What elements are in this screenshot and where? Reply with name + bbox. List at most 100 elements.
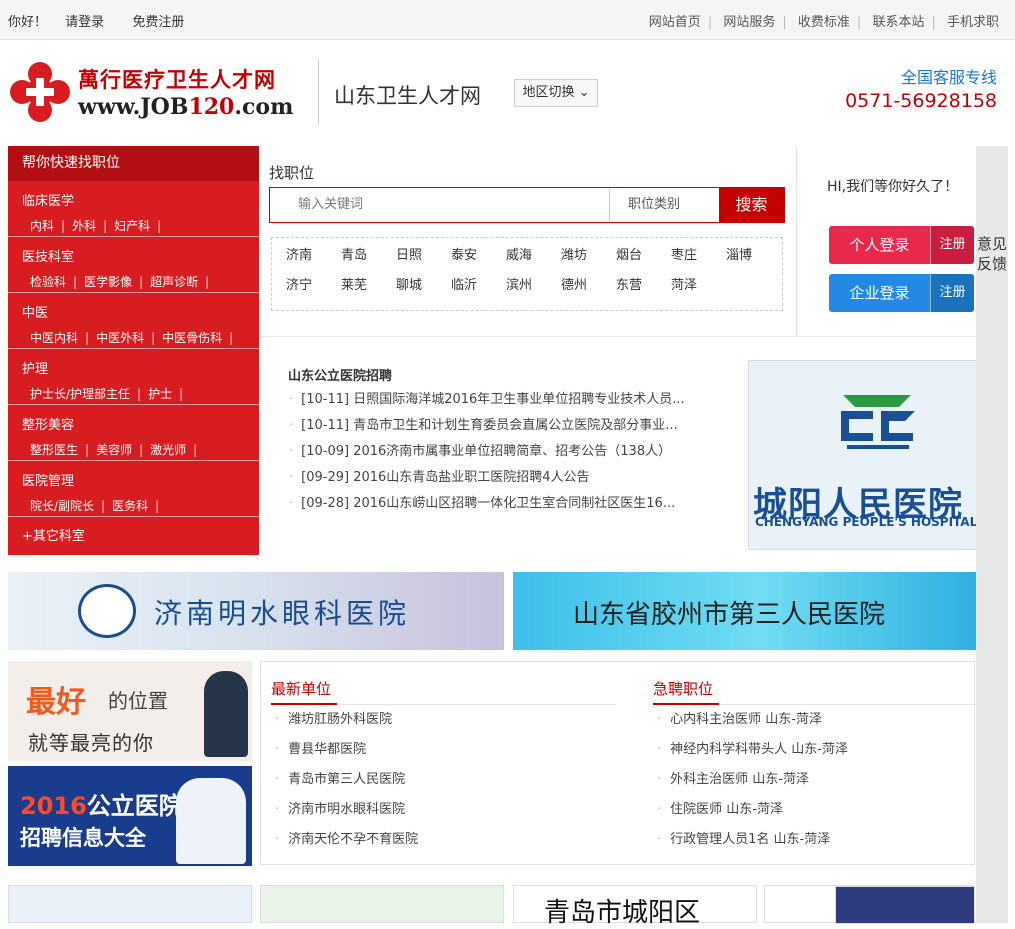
sub-link[interactable]: 医学影像 [84,275,132,289]
other-departments-link[interactable]: +其它科室 [8,517,259,544]
list-item[interactable]: · 曹县华都医院 [275,742,418,772]
chevron-down-icon: ⌄ [578,85,590,100]
register-link[interactable]: 免费注册 [132,15,184,30]
list-item[interactable]: · 外科主治医师 山东-菏泽 [657,772,848,802]
nav-services[interactable]: 网站服务 [723,15,775,30]
sub-link[interactable]: 超声诊断 [150,275,198,289]
personal-register-button[interactable]: 注册 [930,226,974,264]
city-link[interactable]: 德州 [561,274,616,298]
ad-text: 就等最亮的你 [28,731,154,755]
logo-title[interactable]: 萬行医疗卫生人才网 [78,64,276,94]
logo-icon[interactable] [8,60,72,124]
sub-link[interactable]: 中医内科 [30,331,78,345]
sub-link[interactable]: 美容师 [96,443,132,457]
list-item[interactable]: · 青岛市第三人民医院 [275,772,418,802]
hospital-ad[interactable]: 城阳人民医院 CHENGYANG PEOPLE'S HOSPITAL [748,360,997,550]
city-link[interactable]: 淄博 [726,244,781,268]
sub-link[interactable]: 妇产科 [114,219,150,233]
city-link[interactable]: 滨州 [506,274,561,298]
public-hospital-ad[interactable]: 2016公立医院 招聘信息大全 [8,766,252,866]
category-name[interactable]: 医院管理 [22,470,259,489]
city-link[interactable]: 威海 [506,244,561,268]
sub-link[interactable]: 内科 [30,219,54,233]
banner-left-text: 济南明水眼科医院 [154,597,411,630]
best-position-ad[interactable]: 最好 的位置 就等最亮的你 [8,661,252,761]
city-link[interactable]: 菏泽 [671,274,726,298]
news-item[interactable]: · [10-11] 日照国际海洋城2016年卫生事业单位招聘专业技术人员... [289,389,719,415]
city-link[interactable]: 青岛 [341,244,396,268]
urgent-jobs-title[interactable]: 急聘职位 [653,678,713,699]
category-name[interactable]: 护理 [22,358,259,377]
service-phone: 0571-56928158 [845,90,997,112]
category-name[interactable]: 中医 [22,302,259,321]
category-select[interactable]: 职位类别 [610,188,720,222]
nav-contact[interactable]: 联系本站 [872,15,924,30]
sidebar-category: 整形美容 整形医生 | 美容师 | 激光师 | [8,405,259,461]
city-link[interactable]: 烟台 [616,244,671,268]
category-name[interactable]: 临床医学 [22,190,259,209]
region-switch-button[interactable]: 地区切换 ⌄ [514,79,598,107]
ad-text: 招聘信息大全 [20,826,146,850]
site-name: 山东卫生人才网 [334,84,481,108]
sub-link[interactable]: 外科 [72,219,96,233]
bottom-ad[interactable]: 青岛市城阳区 [513,885,757,928]
city-link[interactable]: 枣庄 [671,244,726,268]
company-register-button[interactable]: 注册 [930,274,974,312]
city-link[interactable]: 泰安 [451,244,506,268]
sub-link[interactable]: 激光师 [150,443,186,457]
sub-link[interactable]: 院长/副院长 [30,499,94,513]
city-link[interactable]: 东营 [616,274,671,298]
feedback-tab[interactable]: 意见反馈 [976,146,1008,923]
banner-jiaozhou-hospital[interactable]: 山东省胶州市第三人民医院 [513,572,1008,650]
latest-units-title[interactable]: 最新单位 [271,678,331,699]
personal-login-button[interactable]: 个人登录 [829,226,930,264]
sub-link[interactable]: 中医外科 [96,331,144,345]
search-button[interactable]: 搜索 [719,188,784,222]
login-link[interactable]: 请登录 [65,15,104,30]
city-link[interactable]: 临沂 [451,274,506,298]
city-link[interactable]: 济宁 [286,274,341,298]
nav-home[interactable]: 网站首页 [649,15,701,30]
bottom-ad[interactable] [260,885,504,923]
news-item[interactable]: · [09-28] 2016山东崂山区招聘一体化卫生室合同制社区医生16... [289,493,719,519]
category-sidebar: 帮你快速找职位 临床医学 内科 | 外科 | 妇产科 | 医技科室 检验科 | 医学影像 | 超声… [8,146,259,555]
sub-link[interactable]: 检验科 [30,275,66,289]
ad-text: 的位置 [108,689,168,713]
category-name[interactable]: 整形美容 [22,414,259,433]
nav-pricing[interactable]: 收费标准 [798,15,850,30]
list-item[interactable]: · 潍坊肛肠外科医院 [275,712,418,742]
keyword-input[interactable]: 输入关键词 [270,188,610,222]
bottom-ad-text: 青岛市城阳区 [544,898,701,928]
list-item[interactable]: · 济南天伦不孕不育医院 [275,832,418,862]
news-item[interactable]: · [09-29] 2016山东青岛盐业职工医院招聘4人公告 [289,467,719,493]
list-item[interactable]: · 济南市明水眼科医院 [275,802,418,832]
sub-link[interactable]: 护士 [148,387,172,401]
sidebar-category: 医技科室 检验科 | 医学影像 | 超声诊断 | [8,237,259,293]
city-link[interactable]: 莱芜 [341,274,396,298]
greeting-text: 你好！ [8,15,48,30]
list-item[interactable]: · 行政管理人员1名 山东-菏泽 [657,832,848,862]
city-link[interactable]: 日照 [396,244,451,268]
nav-mobile[interactable]: 手机求职 [947,15,999,30]
sub-link[interactable]: 整形医生 [30,443,78,457]
logo-url[interactable]: www.JOB120.com [78,94,293,120]
list-item[interactable]: · 住院医师 山东-菏泽 [657,802,848,832]
list-item[interactable]: · 心内科主治医师 山东-菏泽 [657,712,848,742]
bottom-ad[interactable] [764,885,975,924]
city-link[interactable]: 济南 [286,244,341,268]
category-name[interactable]: 医技科室 [22,246,259,265]
sub-link[interactable]: 医务科 [112,499,148,513]
news-list: · [10-11] 日照国际海洋城2016年卫生事业单位招聘专业技术人员... ·… [289,389,719,519]
sub-link[interactable]: 护士长/护理部主任 [30,387,130,401]
news-item[interactable]: · [10-11] 青岛市卫生和计划生育委员会直属公立医院及部分事业... [289,415,719,441]
sub-link[interactable]: 中医骨伤科 [162,331,222,345]
bottom-ad[interactable] [8,885,252,923]
company-login-button[interactable]: 企业登录 [829,274,930,312]
news-item[interactable]: · [10-09] 2016济南市属事业单位招聘简章、招考公告（138人） [289,441,719,467]
city-link[interactable]: 潍坊 [561,244,616,268]
city-link[interactable]: 聊城 [396,274,451,298]
banner-mingshui-eye-hospital[interactable]: 济南明水眼科医院 [8,572,504,650]
list-item[interactable]: · 神经内科学科带头人 山东-菏泽 [657,742,848,772]
hospital-logo-icon [841,395,915,449]
city-links: 济南 青岛 日照 泰安 威海 潍坊 烟台 枣庄 淄博 济宁 莱芜 聊城 临沂 滨州 德州 东营 菏泽 [271,237,783,311]
